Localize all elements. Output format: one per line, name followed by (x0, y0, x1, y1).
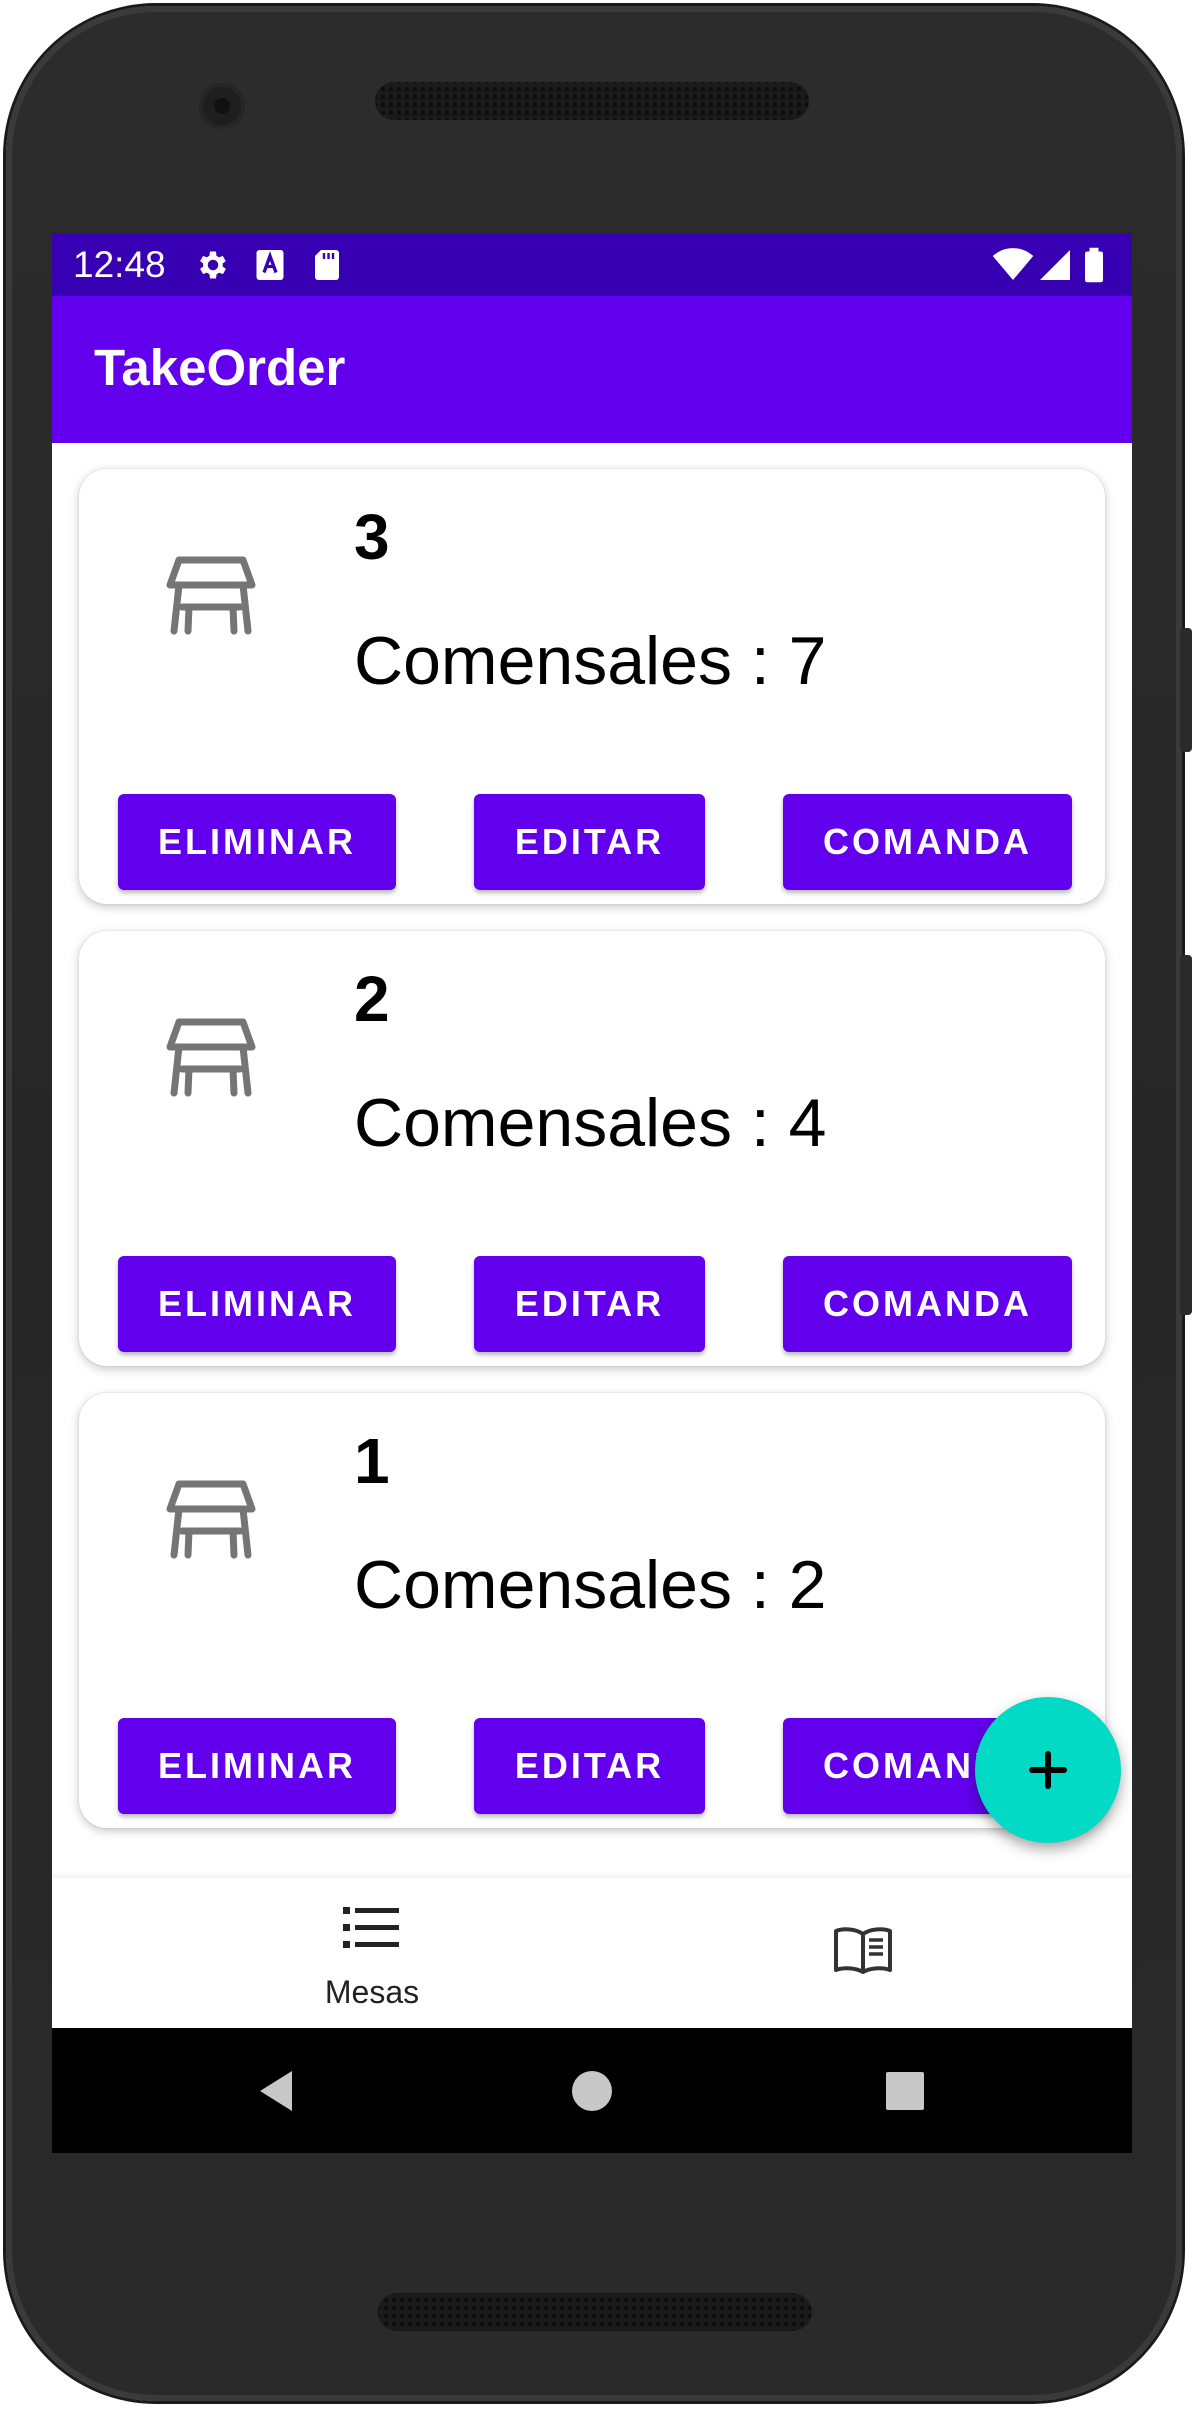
plus-icon (1029, 1751, 1067, 1789)
wifi-icon (992, 248, 1034, 280)
diners-count: Comensales : 2 (354, 1547, 827, 1623)
home-icon[interactable] (567, 2066, 617, 2116)
menu-book-icon (834, 1927, 892, 1974)
table-card: 2 Comensales : 4 ELIMINAR EDITAR COMANDA (79, 931, 1105, 1366)
table-icon (166, 1018, 256, 1097)
front-camera (199, 83, 245, 129)
app-bar: TakeOrder (52, 296, 1132, 443)
table-icon (166, 556, 256, 635)
table-number: 2 (354, 963, 390, 1035)
edit-button[interactable]: EDITAR (474, 1718, 705, 1814)
volume-rocker (1180, 955, 1192, 1315)
settings-icon (200, 251, 226, 279)
battery-icon (1085, 247, 1103, 283)
edit-button[interactable]: EDITAR (474, 1256, 705, 1352)
delete-button[interactable]: ELIMINAR (118, 1718, 396, 1814)
tables-list: 3 Comensales : 7 ELIMINAR EDITAR COMANDA… (52, 443, 1132, 2107)
a-notification-icon (256, 250, 284, 280)
table-card: 1 Comensales : 2 ELIMINAR EDITAR COMANDA (79, 1393, 1105, 1828)
list-icon (343, 1907, 399, 1948)
bottom-speaker-grille (378, 2293, 812, 2331)
order-button[interactable]: COMANDA (783, 1256, 1072, 1352)
system-navigation-bar (52, 2028, 1132, 2153)
sd-card-icon (315, 250, 339, 280)
bottom-navigation: Mesas (52, 1878, 1132, 2028)
back-icon[interactable] (252, 2066, 302, 2116)
order-button[interactable]: COMANDA (783, 794, 1072, 890)
recents-icon[interactable] (880, 2066, 930, 2116)
nav-label-mesas: Mesas (324, 1974, 420, 2010)
cell-signal-icon (1040, 250, 1070, 280)
status-bar: 12:48 (52, 233, 1132, 296)
add-table-fab[interactable] (975, 1697, 1121, 1843)
nav-item-menu[interactable] (592, 1878, 1132, 2028)
phone-device: 12:48 TakeOrder 3 Comensales: 7 ELIMINA… (0, 0, 1194, 2409)
edit-button[interactable]: EDITAR (474, 794, 705, 890)
table-number: 3 (354, 501, 390, 573)
table-card: 3 Comensales : 7 ELIMINAR EDITAR COMANDA (79, 469, 1105, 904)
app-title: TakeOrder (94, 339, 346, 396)
diners-count: Comensales : 7 (354, 623, 827, 699)
delete-button[interactable]: ELIMINAR (118, 794, 396, 890)
table-icon (166, 1480, 256, 1559)
screen: 12:48 TakeOrder 3 Comensales: 7 ELIMINA… (52, 233, 1132, 2153)
diners-count: Comensales : 4 (354, 1085, 827, 1161)
power-button (1180, 628, 1192, 752)
top-speaker-grille (375, 82, 809, 120)
delete-button[interactable]: ELIMINAR (118, 1256, 396, 1352)
nav-item-mesas[interactable]: Mesas (102, 1878, 642, 2028)
status-time: 12:48 (73, 244, 166, 285)
table-number: 1 (354, 1425, 390, 1497)
